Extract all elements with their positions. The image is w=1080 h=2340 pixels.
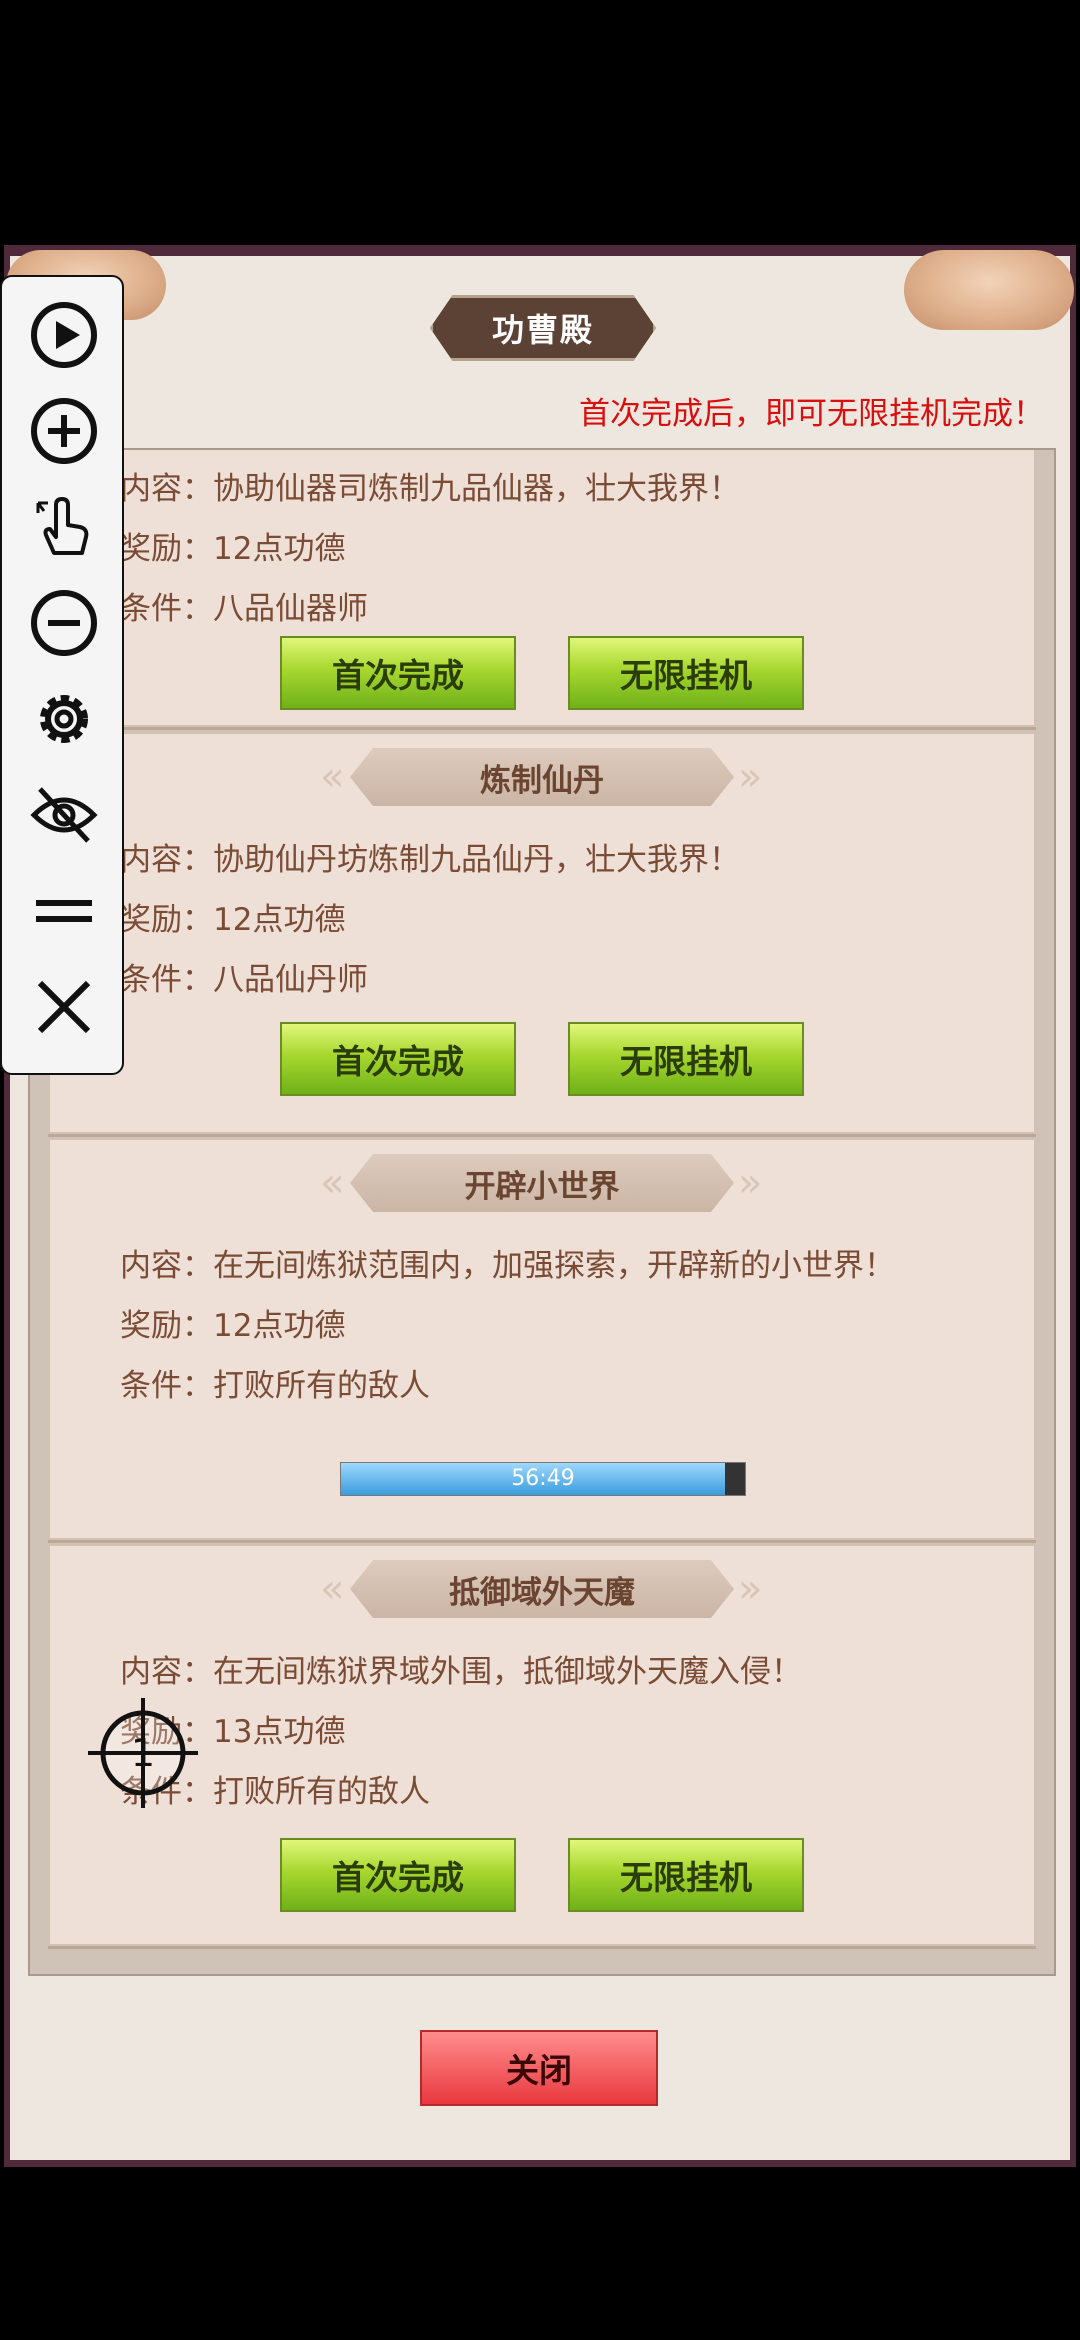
chevron-right-icon: » [738, 1566, 763, 1612]
chevron-right-icon: » [738, 1160, 763, 1206]
task-content: 内容：协助仙器司炼制九品仙器，壮大我界！ [120, 471, 740, 507]
task-progress-bar: 56:49 [340, 1462, 746, 1496]
first-complete-button[interactable]: 首次完成 [280, 636, 516, 710]
floating-toolbar [0, 275, 124, 1075]
hide-eye-icon[interactable] [28, 779, 100, 851]
infinite-idle-button[interactable]: 无限挂机 [568, 1022, 804, 1096]
task-card: « » 炼制仙丹 内容：协助仙丹坊炼制九品仙丹，壮大我界！ 奖励：12点功德 条… [48, 732, 1036, 1134]
close-icon[interactable] [28, 971, 100, 1043]
chevron-right-icon: » [738, 754, 763, 800]
task-condition: 条件：八品仙丹师 [120, 962, 368, 998]
task-content: 内容：在无间炼狱范围内，加强探索，开辟新的小世界！ [120, 1248, 895, 1284]
tap-hand-icon[interactable] [28, 491, 100, 563]
task-reward: 奖励：12点功德 [120, 531, 346, 567]
chevron-left-icon: « [320, 1160, 345, 1206]
task-card: « » 开辟小世界 内容：在无间炼狱范围内，加强探索，开辟新的小世界！ 奖励：1… [48, 1138, 1036, 1540]
task-title: 抵御域外天魔 [350, 1560, 734, 1618]
task-title: 炼制仙丹 [350, 748, 734, 806]
task-condition: 条件：打败所有的敌人 [120, 1368, 430, 1404]
task-reward: 奖励：12点功德 [120, 1308, 346, 1344]
progress-timer: 56:49 [511, 1466, 575, 1491]
zoom-out-icon[interactable] [28, 587, 100, 659]
task-content: 内容：协助仙丹坊炼制九品仙丹，壮大我界！ [120, 842, 740, 878]
task-title: 开辟小世界 [350, 1154, 734, 1212]
gear-icon[interactable] [28, 683, 100, 755]
task-condition: 条件：八品仙器师 [120, 591, 368, 627]
close-button[interactable]: 关闭 [420, 2030, 658, 2106]
infinite-idle-button[interactable]: 无限挂机 [568, 1838, 804, 1912]
infinite-idle-button[interactable]: 无限挂机 [568, 636, 804, 710]
menu-lines-icon[interactable] [28, 875, 100, 947]
zoom-in-icon[interactable] [28, 395, 100, 467]
crosshair-label: 1 [131, 1731, 155, 1775]
chevron-left-icon: « [320, 754, 345, 800]
chevron-left-icon: « [320, 1566, 345, 1612]
task-card: 内容：协助仙器司炼制九品仙器，壮大我界！ 奖励：12点功德 条件：八品仙器师 首… [48, 450, 1036, 727]
first-complete-button[interactable]: 首次完成 [280, 1838, 516, 1912]
first-complete-button[interactable]: 首次完成 [280, 1022, 516, 1096]
cloud-ornament-right [904, 250, 1074, 330]
play-icon[interactable] [28, 299, 100, 371]
task-content: 内容：在无间炼狱界域外围，抵御域外天魔入侵！ [120, 1654, 802, 1690]
crosshair-marker-icon: 1 [88, 1698, 198, 1808]
dialog-title: 功曹殿 [430, 295, 656, 361]
infinite-idle-notice: 首次完成后，即可无限挂机完成！ [579, 396, 1044, 432]
task-reward: 奖励：12点功德 [120, 902, 346, 938]
